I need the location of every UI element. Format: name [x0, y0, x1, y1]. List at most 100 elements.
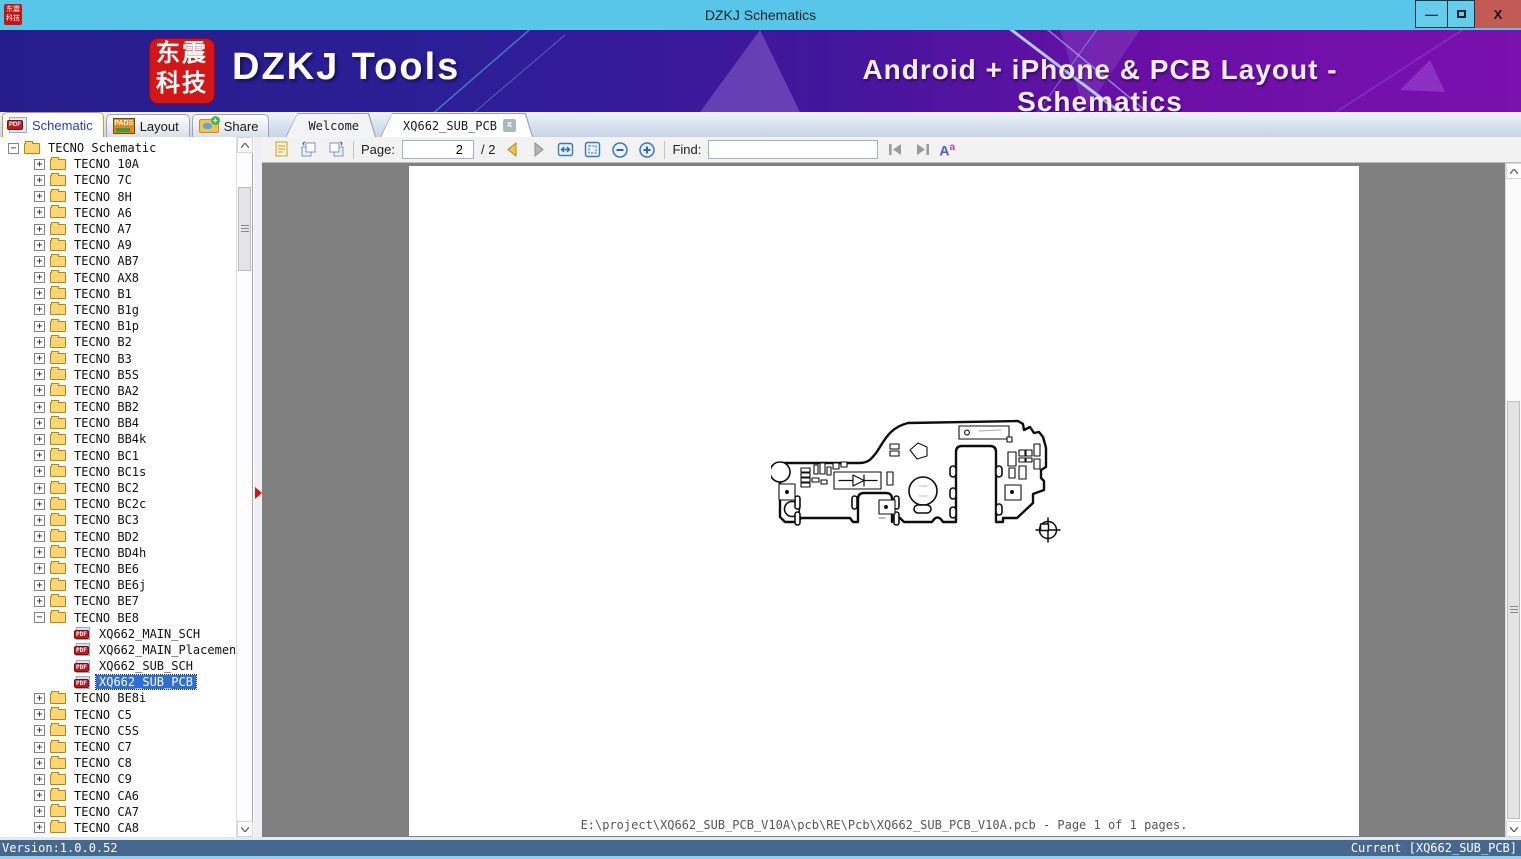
expand-icon[interactable]: +	[34, 466, 45, 477]
minimize-button[interactable]: —	[1415, 0, 1448, 28]
tree-item-folder[interactable]: +TECNO BE6j	[0, 577, 235, 593]
expand-icon[interactable]: +	[34, 272, 45, 283]
document-viewer[interactable]: E:\project\XQ662_SUB_PCB_V10A\pcb\RE\Pcb…	[262, 163, 1521, 837]
tree-item-folder[interactable]: +TECNO BB4k	[0, 431, 235, 447]
zoom-in-button[interactable]	[637, 140, 657, 160]
expand-icon[interactable]: +	[34, 499, 45, 510]
expand-icon[interactable]: +	[34, 175, 45, 186]
close-tab-icon[interactable]: x	[503, 119, 516, 132]
expand-icon[interactable]: +	[34, 596, 45, 607]
scroll-down-icon[interactable]	[237, 821, 253, 837]
tree-item-folder[interactable]: +TECNO BC1s	[0, 464, 235, 480]
expand-icon[interactable]: +	[34, 806, 45, 817]
expand-icon[interactable]: +	[34, 742, 45, 753]
scroll-down-icon[interactable]	[1506, 821, 1521, 837]
tree-item-folder[interactable]: +TECNO BC3	[0, 512, 235, 528]
tree-item-folder[interactable]: +TECNO CA7	[0, 804, 235, 820]
expand-icon[interactable]: +	[34, 304, 45, 315]
tree-item-pdf[interactable]: PDFXQ662_SUB_PCB	[0, 674, 235, 690]
scroll-up-icon[interactable]	[237, 137, 253, 153]
tree-item-folder[interactable]: +TECNO BB4	[0, 415, 235, 431]
tree-item-folder[interactable]: +TECNO B3	[0, 350, 235, 366]
match-case-button[interactable]: Aa	[939, 141, 955, 158]
tree-item-folder[interactable]: +TECNO B2	[0, 334, 235, 350]
tree-item-folder[interactable]: +TECNO A9	[0, 237, 235, 253]
tree-item-folder[interactable]: +TECNO 7C	[0, 172, 235, 188]
tree-item-folder[interactable]: −TECNO BE8	[0, 609, 235, 625]
tree-item-folder[interactable]: +TECNO B1	[0, 286, 235, 302]
expand-icon[interactable]: +	[34, 369, 45, 380]
expand-icon[interactable]: +	[34, 321, 45, 332]
collapse-icon[interactable]: −	[34, 612, 45, 623]
tree-item-folder[interactable]: +TECNO C8	[0, 755, 235, 771]
find-next-button[interactable]	[912, 140, 932, 160]
tree-item-folder[interactable]: +TECNO C9	[0, 771, 235, 787]
tree-item-folder[interactable]: +TECNO C7	[0, 739, 235, 755]
expand-icon[interactable]: +	[34, 418, 45, 429]
tree-item-folder[interactable]: +TECNO AB7	[0, 253, 235, 269]
expand-icon[interactable]: +	[34, 385, 45, 396]
tree-item-folder[interactable]: −TECNO Schematic	[0, 140, 235, 156]
expand-icon[interactable]: +	[34, 483, 45, 494]
scroll-up-icon[interactable]	[1506, 163, 1521, 179]
expand-icon[interactable]: +	[34, 240, 45, 251]
expand-icon[interactable]: +	[34, 822, 45, 833]
page-view-icon[interactable]	[272, 140, 292, 160]
tree-item-folder[interactable]: +TECNO BC2c	[0, 496, 235, 512]
expand-icon[interactable]: +	[34, 337, 45, 348]
tree-item-folder[interactable]: +TECNO B1g	[0, 302, 235, 318]
expand-icon[interactable]: +	[34, 709, 45, 720]
tree-item-folder[interactable]: +TECNO BD4h	[0, 545, 235, 561]
doc-tab-xq662-sub-pcb[interactable]: XQ662_SUB_PCB x	[380, 113, 533, 137]
sidebar-scrollbar[interactable]	[236, 137, 252, 837]
tree-item-pdf[interactable]: PDFXQ662_SUB_SCH	[0, 658, 235, 674]
rotate-left-icon[interactable]	[299, 140, 319, 160]
tree-item-folder[interactable]: +TECNO 10A	[0, 156, 235, 172]
zoom-out-button[interactable]	[610, 140, 630, 160]
expand-icon[interactable]: +	[34, 758, 45, 769]
expand-icon[interactable]: +	[34, 159, 45, 170]
expand-icon[interactable]: +	[34, 774, 45, 785]
tree-item-folder[interactable]: +TECNO BC1	[0, 448, 235, 464]
expand-icon[interactable]: +	[34, 547, 45, 558]
rotate-right-icon[interactable]	[326, 140, 346, 160]
expand-icon[interactable]: +	[34, 402, 45, 413]
scrollbar-thumb[interactable]	[1507, 401, 1520, 819]
tree-item-folder[interactable]: +TECNO CA8	[0, 820, 235, 836]
previous-page-button[interactable]	[502, 140, 522, 160]
maximize-button[interactable]	[1448, 0, 1475, 28]
expand-icon[interactable]: +	[34, 450, 45, 461]
expand-icon[interactable]: +	[34, 353, 45, 364]
tab-schematic[interactable]: PDF Schematic	[2, 112, 104, 137]
tree-item-folder[interactable]: +TECNO BC2	[0, 480, 235, 496]
find-input[interactable]	[708, 140, 878, 159]
tree-item-folder[interactable]: +TECNO BD2	[0, 529, 235, 545]
expand-icon[interactable]: +	[34, 207, 45, 218]
doc-tab-welcome[interactable]: Welcome	[285, 113, 376, 137]
expand-icon[interactable]: +	[34, 191, 45, 202]
tree-item-folder[interactable]: +TECNO BE6	[0, 561, 235, 577]
tree-item-folder[interactable]: +TECNO B1p	[0, 318, 235, 334]
tree-item-folder[interactable]: +TECNO BA2	[0, 383, 235, 399]
tree-item-folder[interactable]: +TECNO C5	[0, 707, 235, 723]
tree-item-folder[interactable]: +TECNO B5S	[0, 367, 235, 383]
expand-icon[interactable]: +	[34, 563, 45, 574]
tree-item-folder[interactable]: +TECNO CA6	[0, 788, 235, 804]
expand-icon[interactable]: +	[34, 434, 45, 445]
tab-share[interactable]: Share	[192, 114, 270, 137]
pdf-page[interactable]: E:\project\XQ662_SUB_PCB_V10A\pcb\RE\Pcb…	[409, 166, 1359, 836]
expand-icon[interactable]: +	[34, 515, 45, 526]
next-page-button[interactable]	[529, 140, 549, 160]
tree-item-folder[interactable]: +TECNO BE8i	[0, 690, 235, 706]
tree-item-folder[interactable]: +TECNO C5S	[0, 723, 235, 739]
scrollbar-thumb[interactable]	[238, 187, 251, 271]
panel-splitter[interactable]	[254, 137, 262, 837]
expand-icon[interactable]: +	[34, 725, 45, 736]
close-button[interactable]: X	[1475, 0, 1521, 28]
expand-icon[interactable]: +	[34, 790, 45, 801]
expand-icon[interactable]: +	[34, 224, 45, 235]
tree-item-pdf[interactable]: PDFXQ662_MAIN_SCH	[0, 626, 235, 642]
expand-icon[interactable]: +	[34, 256, 45, 267]
tree-item-pdf[interactable]: PDFXQ662_MAIN_Placement	[0, 642, 235, 658]
viewer-scrollbar[interactable]	[1505, 163, 1521, 837]
